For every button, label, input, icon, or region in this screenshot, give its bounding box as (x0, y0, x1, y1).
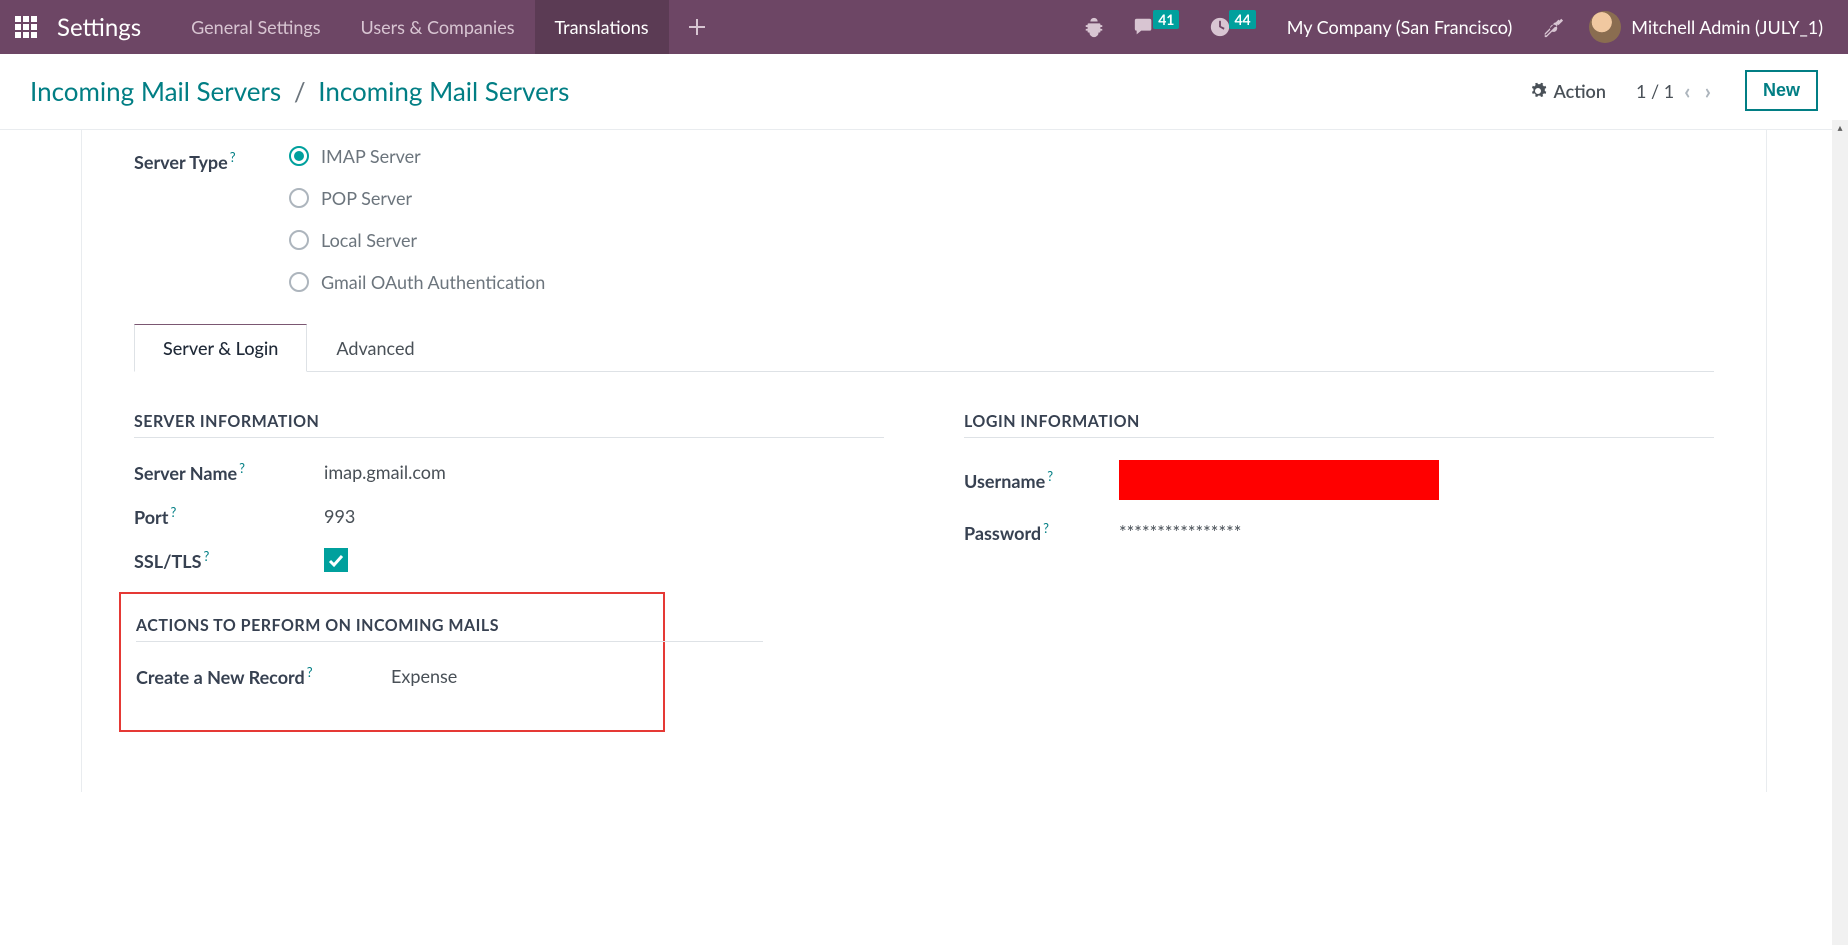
port-label: Port? (134, 504, 324, 528)
field-server-name: Server Name? imap.gmail.com (134, 460, 884, 484)
help-icon[interactable]: ? (170, 504, 176, 520)
help-icon[interactable]: ? (204, 548, 210, 564)
scroll-up-icon[interactable]: ▴ (1832, 120, 1848, 136)
create-record-label: Create a New Record? (136, 664, 391, 688)
radio-imap[interactable]: IMAP Server (289, 145, 545, 167)
avatar (1589, 11, 1621, 43)
breadcrumb: Incoming Mail Servers / Incoming Mail Se… (30, 75, 569, 107)
pager-next[interactable]: › (1701, 77, 1715, 104)
control-panel: Incoming Mail Servers / Incoming Mail Se… (0, 54, 1848, 130)
action-dropdown[interactable]: Action (1529, 80, 1605, 102)
radio-pop[interactable]: POP Server (289, 187, 545, 209)
action-label: Action (1553, 80, 1605, 102)
tab-content: SERVER INFORMATION Server Name? imap.gma… (134, 372, 1714, 732)
debug-button[interactable] (1069, 0, 1119, 54)
plus-icon (689, 19, 705, 35)
gear-icon (1529, 82, 1547, 100)
radio-label-gmail: Gmail OAuth Authentication (321, 271, 545, 293)
server-name-value[interactable]: imap.gmail.com (324, 461, 446, 483)
app-brand[interactable]: Settings (57, 13, 141, 42)
new-button[interactable]: New (1745, 70, 1818, 111)
field-password: Password? **************** (964, 520, 1714, 544)
clock-icon (1209, 16, 1231, 38)
radio-gmail[interactable]: Gmail OAuth Authentication (289, 271, 545, 293)
field-create-record: Create a New Record? Expense (136, 664, 663, 688)
menu-users-companies[interactable]: Users & Companies (341, 0, 535, 54)
navbar-right: 41 44 My Company (San Francisco) Mitchel… (1069, 0, 1833, 54)
server-name-label: Server Name? (134, 460, 324, 484)
add-menu-button[interactable] (669, 0, 725, 54)
field-port: Port? 993 (134, 504, 884, 528)
nav-menu: General Settings Users & Companies Trans… (171, 0, 724, 54)
messages-button[interactable]: 41 (1119, 0, 1195, 54)
help-icon[interactable]: ? (230, 149, 236, 165)
bug-icon (1083, 16, 1105, 38)
pager-prev[interactable]: ‹ (1680, 77, 1694, 104)
server-type-radios: IMAP Server POP Server Local Server Gmai… (289, 145, 545, 293)
radio-label-pop: POP Server (321, 187, 412, 209)
form-area: Server Type? IMAP Server POP Server Loca… (0, 130, 1848, 792)
server-type-label: Server Type? (134, 145, 289, 173)
section-login-info-title: LOGIN INFORMATION (964, 412, 1714, 438)
company-switcher[interactable]: My Company (San Francisco) (1272, 16, 1528, 38)
checkbox-checked-icon (324, 548, 348, 572)
help-icon[interactable]: ? (239, 460, 245, 476)
user-menu[interactable]: Mitchell Admin (JULY_1) (1579, 11, 1833, 43)
pager-text[interactable]: 1 / 1 (1636, 80, 1674, 102)
activities-badge: 44 (1229, 10, 1255, 29)
form-tabs: Server & Login Advanced (134, 323, 1714, 372)
top-navbar: Settings General Settings Users & Compan… (0, 0, 1848, 54)
menu-translations[interactable]: Translations (535, 0, 669, 54)
breadcrumb-current: Incoming Mail Servers (318, 75, 569, 107)
messages-badge: 41 (1153, 10, 1179, 29)
help-icon[interactable]: ? (1043, 520, 1049, 536)
radio-icon (289, 272, 309, 292)
activities-button[interactable]: 44 (1195, 0, 1271, 54)
comments-icon (1133, 16, 1155, 38)
tools-button[interactable] (1527, 16, 1579, 38)
radio-local[interactable]: Local Server (289, 229, 545, 251)
radio-icon (289, 146, 309, 166)
menu-general-settings[interactable]: General Settings (171, 0, 340, 54)
section-server-info-title: SERVER INFORMATION (134, 412, 884, 438)
radio-label-imap: IMAP Server (321, 145, 421, 167)
field-server-type: Server Type? IMAP Server POP Server Loca… (134, 145, 1714, 293)
highlight-actions-section: ACTIONS TO PERFORM ON INCOMING MAILS Cre… (119, 592, 665, 732)
tools-icon (1542, 16, 1564, 38)
field-username: Username? (964, 460, 1714, 500)
create-record-value[interactable]: Expense (391, 665, 457, 687)
radio-label-local: Local Server (321, 229, 417, 251)
apps-icon[interactable] (15, 16, 37, 38)
pager: 1 / 1 ‹ › (1636, 77, 1715, 104)
radio-icon (289, 188, 309, 208)
username-label: Username? (964, 468, 1119, 492)
field-ssl: SSL/TLS? (134, 548, 884, 572)
ssl-value[interactable] (324, 548, 348, 572)
tab-advanced[interactable]: Advanced (307, 324, 443, 372)
form-card: Server Type? IMAP Server POP Server Loca… (81, 130, 1767, 792)
col-server-info: SERVER INFORMATION Server Name? imap.gma… (134, 412, 884, 732)
password-value[interactable]: **************** (1119, 521, 1241, 543)
ssl-label: SSL/TLS? (134, 548, 324, 572)
help-icon[interactable]: ? (307, 664, 313, 680)
help-icon[interactable]: ? (1047, 468, 1053, 484)
col-login-info: LOGIN INFORMATION Username? Password? **… (964, 412, 1714, 732)
username-value-redacted[interactable] (1119, 460, 1439, 500)
tab-server-login[interactable]: Server & Login (134, 324, 307, 372)
control-right: Action 1 / 1 ‹ › New (1529, 70, 1818, 111)
breadcrumb-separator: / (288, 75, 312, 107)
scrollbar[interactable]: ▴ (1832, 120, 1848, 945)
radio-icon (289, 230, 309, 250)
port-value[interactable]: 993 (324, 505, 355, 527)
password-label: Password? (964, 520, 1119, 544)
breadcrumb-parent[interactable]: Incoming Mail Servers (30, 75, 281, 107)
user-name: Mitchell Admin (JULY_1) (1631, 16, 1823, 38)
section-actions-title: ACTIONS TO PERFORM ON INCOMING MAILS (136, 616, 763, 642)
